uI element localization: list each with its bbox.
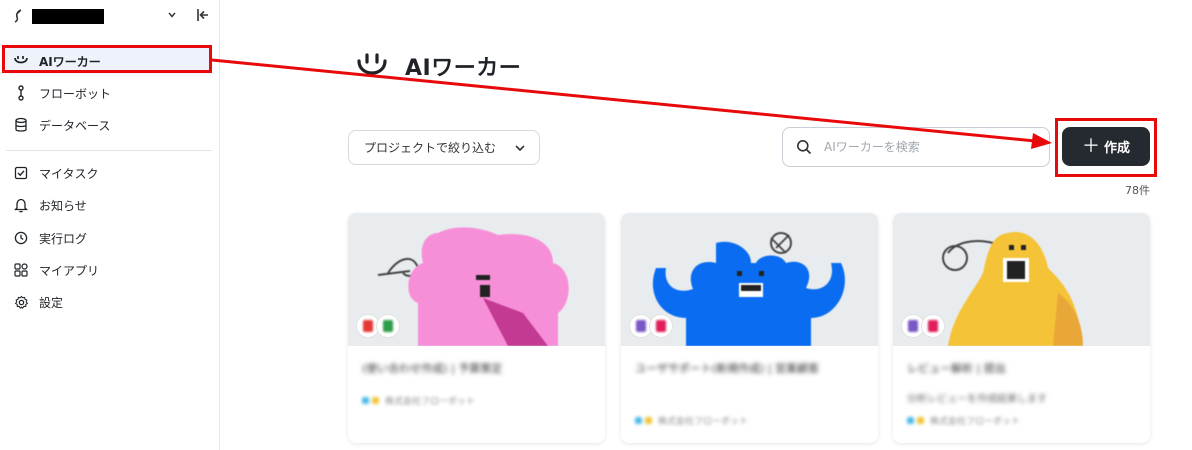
card-body: (使い合わせ作成) | 予算策定 株式会社フローボット: [348, 346, 605, 443]
project-filter-label: プロジェクトで絞り込む: [364, 141, 497, 155]
checkbox-icon: [13, 165, 29, 181]
app-badges: [629, 314, 673, 338]
ai-worker-icon: [13, 53, 29, 69]
sidebar-item-label: マイタスク: [39, 166, 99, 181]
card-tag-label: 株式会社フローボット: [930, 417, 1021, 427]
sidebar-item-execution-log[interactable]: 実行ログ: [6, 225, 212, 251]
clock-icon: [13, 230, 29, 246]
card-tag: 株式会社フローボット: [635, 414, 748, 427]
collapse-left-icon[interactable]: [195, 7, 213, 25]
page-title-text: AIワーカー: [405, 56, 522, 81]
ai-worker-card[interactable]: レビュー解析 | 提出 分析レビューを作成結果します 株式会社フローボット: [893, 213, 1150, 443]
app-icon: [376, 314, 400, 338]
sidebar-item-label: マイアプリ: [39, 263, 100, 278]
app-badges: [356, 314, 400, 338]
sidebar-item-label: お知らせ: [39, 198, 87, 213]
sidebar-item-label: AIワーカー: [39, 54, 101, 69]
bell-icon: [13, 197, 29, 213]
ai-worker-card[interactable]: ユーザサポート(新規作成) | 営業顧客 株式会社フローボット: [621, 213, 878, 443]
sidebar: AIワーカー フローボット データベース マイタスク お知らせ 実行ログ マイア…: [0, 0, 220, 450]
database-icon: [13, 117, 29, 133]
app-badges: [901, 314, 945, 338]
ai-worker-card[interactable]: (使い合わせ作成) | 予算策定 株式会社フローボット: [348, 213, 605, 443]
chevron-down-icon: [513, 140, 527, 154]
card-body: レビュー解析 | 提出 分析レビューを作成結果します 株式会社フローボット: [893, 346, 1150, 443]
workspace-logo-icon: [12, 8, 26, 24]
page-title: AIワーカー: [355, 49, 521, 83]
sidebar-item-label: 設定: [39, 295, 64, 310]
card-thumbnail: [893, 213, 1150, 346]
sidebar-item-notifications[interactable]: お知らせ: [6, 192, 212, 218]
card-body: ユーザサポート(新規作成) | 営業顧客 株式会社フローボット: [621, 346, 878, 443]
sidebar-item-settings[interactable]: 設定: [6, 289, 212, 315]
ai-worker-icon: [355, 51, 389, 81]
workspace-name-redacted: [32, 8, 104, 24]
search-input[interactable]: [824, 140, 1034, 154]
sidebar-item-label: フローボット: [39, 86, 112, 101]
card-description: 分析レビューを作成結果します: [907, 394, 1047, 405]
sidebar-item-my-apps[interactable]: マイアプリ: [6, 257, 212, 283]
create-button[interactable]: ＋ 作成: [1062, 127, 1150, 166]
search-box: [782, 127, 1050, 167]
card-title: (使い合わせ作成) | 予算策定: [362, 362, 503, 375]
sidebar-divider: [6, 150, 212, 151]
sidebar-item-label: データベース: [39, 118, 111, 133]
apps-icon: [13, 262, 29, 278]
create-button-label: 作成: [1103, 141, 1130, 156]
flowbot-icon: [13, 85, 29, 101]
sidebar-item-my-tasks[interactable]: マイタスク: [6, 160, 212, 186]
gear-icon: [13, 294, 29, 310]
workspace-switcher[interactable]: [12, 6, 212, 26]
card-tag: 株式会社フローボット: [362, 394, 475, 407]
app-icon: [649, 314, 673, 338]
card-title: ユーザサポート(新規作成) | 営業顧客: [635, 362, 820, 375]
card-thumbnail: [621, 213, 878, 346]
card-tag-label: 株式会社フローボット: [658, 417, 749, 427]
card-thumbnail: [348, 213, 605, 346]
sidebar-item-ai-worker[interactable]: AIワーカー: [6, 48, 212, 74]
sidebar-item-database[interactable]: データベース: [6, 112, 212, 138]
card-title: レビュー解析 | 提出: [907, 362, 1006, 375]
chevron-down-icon[interactable]: [165, 6, 179, 24]
plus-icon: ＋: [1081, 135, 1100, 157]
project-filter-dropdown[interactable]: プロジェクトで絞り込む: [348, 130, 540, 165]
search-icon: [796, 139, 812, 155]
card-tag-label: 株式会社フローボット: [385, 397, 476, 407]
card-tag: 株式会社フローボット: [907, 414, 1020, 427]
app-icon: [921, 314, 945, 338]
sidebar-item-label: 実行ログ: [39, 231, 88, 246]
result-count: 78件: [1125, 184, 1150, 197]
sidebar-item-flowbot[interactable]: フローボット: [6, 80, 212, 106]
